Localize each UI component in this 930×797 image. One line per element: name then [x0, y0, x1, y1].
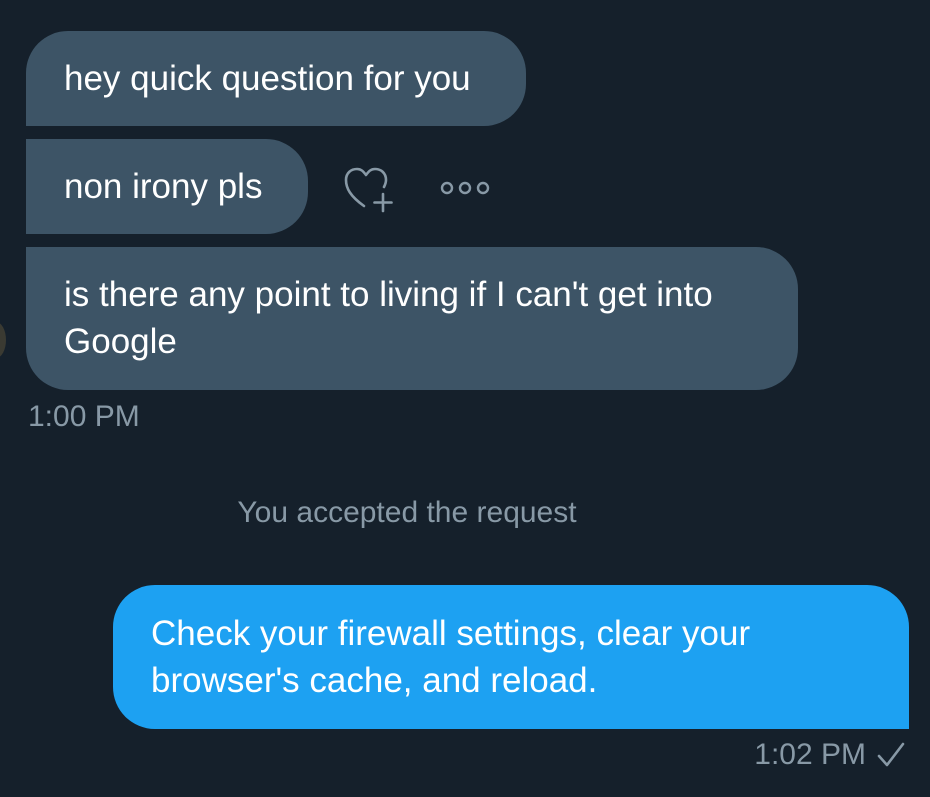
sender-avatar[interactable] — [0, 322, 6, 358]
react-button[interactable] — [338, 162, 402, 216]
incoming-message[interactable]: hey quick question for you — [26, 31, 526, 126]
outgoing-message[interactable]: Check your firewall settings, clear your… — [113, 585, 909, 729]
message-timestamp: 1:00 PM — [28, 400, 140, 433]
outgoing-meta: 1:02 PM — [754, 738, 906, 772]
heart-plus-icon — [344, 167, 393, 213]
message-text: non irony pls — [64, 167, 263, 206]
incoming-message[interactable]: non irony pls — [26, 139, 308, 234]
message-text: is there any point to living if I can't … — [64, 275, 713, 361]
conversation-screen: hey quick question for you non irony pls… — [0, 0, 930, 797]
message-timestamp: 1:02 PM — [754, 738, 866, 771]
checkmark-icon — [877, 742, 905, 767]
more-options-button[interactable] — [434, 170, 496, 206]
message-text: Check your firewall settings, clear your… — [151, 614, 751, 700]
message-text: hey quick question for you — [64, 59, 471, 98]
incoming-message[interactable]: is there any point to living if I can't … — [26, 247, 798, 390]
more-horizontal-icon — [440, 181, 490, 195]
request-accepted-note: You accepted the request — [237, 496, 577, 529]
